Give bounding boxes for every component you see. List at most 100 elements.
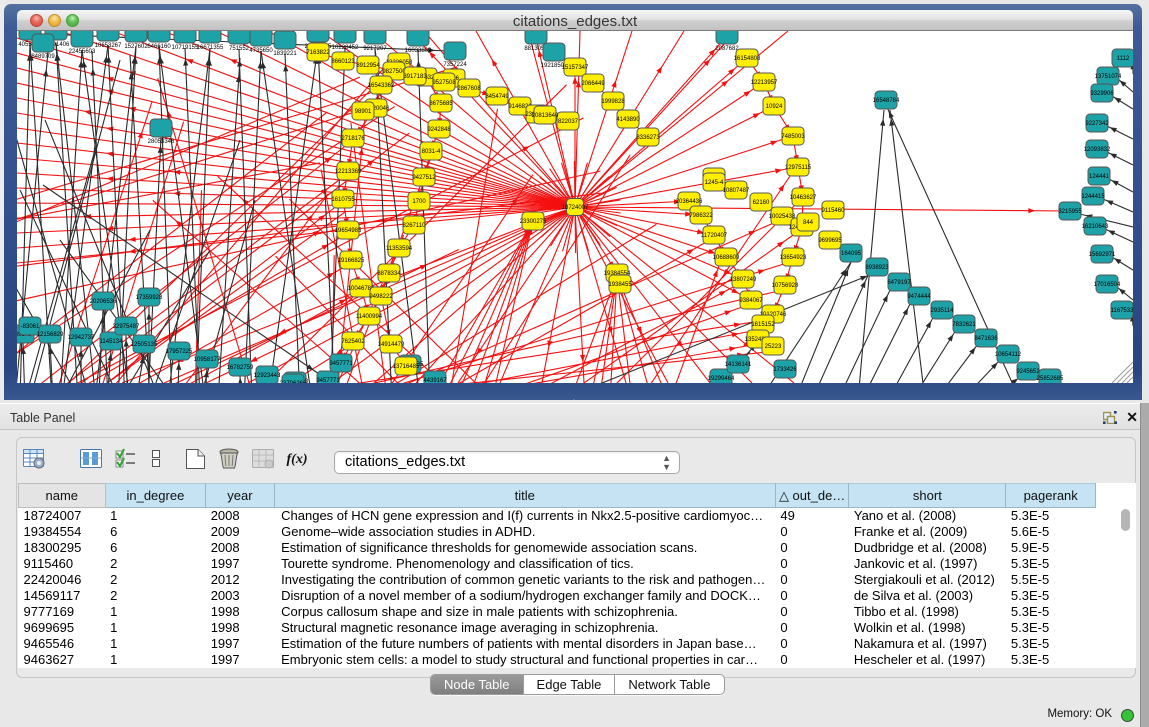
svg-text:9699695: 9699695 [818, 238, 842, 244]
svg-text:28053346: 28053346 [148, 139, 175, 145]
svg-text:9329906: 9329906 [1090, 91, 1114, 97]
svg-text:9457771: 9457771 [329, 361, 353, 367]
svg-text:-83061: -83061 [21, 324, 40, 330]
svg-text:11400994: 11400994 [356, 314, 383, 320]
svg-text:1167533: 1167533 [1111, 308, 1133, 314]
svg-text:9245652: 9245652 [1016, 369, 1040, 375]
svg-text:10653267: 10653267 [95, 43, 122, 49]
svg-text:751552: 751552 [229, 46, 250, 52]
svg-text:4439167: 4439167 [423, 378, 447, 383]
svg-text:12923443: 12923443 [254, 373, 281, 379]
svg-text:23706266: 23706266 [280, 381, 307, 383]
svg-text:12505135: 12505135 [131, 342, 158, 348]
svg-text:9474444: 9474444 [907, 294, 931, 300]
svg-text:1839221: 1839221 [273, 51, 297, 57]
svg-text:98901: 98901 [355, 109, 372, 115]
svg-text:822037: 822037 [558, 119, 579, 125]
svg-text:8660123: 8660123 [331, 59, 355, 65]
svg-text:12093832: 12093832 [1084, 147, 1111, 153]
svg-text:7625402: 7625402 [341, 339, 365, 345]
svg-text:11720407: 11720407 [701, 233, 728, 239]
svg-text:12213957: 12213957 [751, 80, 778, 86]
svg-text:13654923: 13654923 [780, 255, 807, 261]
svg-text:17359928: 17359928 [136, 295, 163, 301]
svg-text:16543362: 16543362 [368, 83, 395, 89]
svg-text:8267110: 8267110 [403, 223, 427, 229]
svg-text:10958177: 10958177 [194, 357, 221, 363]
svg-text:10688609: 10688609 [713, 255, 740, 261]
svg-text:8454749: 8454749 [485, 94, 509, 100]
svg-text:1700: 1700 [412, 199, 426, 205]
svg-text:8912954: 8912954 [356, 63, 380, 69]
svg-text:9427512: 9427512 [412, 175, 436, 181]
svg-text:1245-4: 1245-4 [705, 180, 724, 186]
svg-text:4735650: 4735650 [249, 48, 273, 54]
svg-text:19299464: 19299464 [708, 376, 735, 382]
svg-text:7163822: 7163822 [306, 50, 330, 56]
svg-text:2066449: 2066449 [581, 81, 605, 87]
svg-text:18724007: 18724007 [562, 205, 589, 211]
svg-text:8878334: 8878334 [377, 271, 401, 277]
svg-text:20364436: 20364436 [676, 199, 703, 205]
svg-text:20206536: 20206536 [90, 299, 117, 305]
svg-text:62160: 62160 [753, 200, 770, 206]
svg-text:16210643: 16210643 [1082, 224, 1109, 230]
svg-text:16154808: 16154808 [734, 56, 761, 62]
svg-text:16782759: 16782759 [227, 365, 254, 371]
svg-text:10654112: 10654112 [995, 352, 1022, 358]
svg-text:10463627: 10463627 [790, 195, 817, 201]
svg-text:19166825: 19166825 [338, 258, 365, 264]
svg-text:7832621: 7832621 [952, 322, 976, 328]
svg-text:12156829: 12156829 [37, 332, 64, 338]
svg-text:4143890: 4143890 [616, 117, 640, 123]
svg-text:9217207: 9217207 [363, 46, 387, 52]
svg-text:10756928: 10756928 [772, 283, 799, 289]
svg-text:9115460: 9115460 [822, 208, 846, 214]
svg-text:2867608: 2867608 [457, 86, 481, 92]
svg-text:32975487: 32975487 [113, 324, 140, 330]
svg-text:2087682: 2087682 [715, 46, 739, 52]
svg-text:6479197: 6479197 [887, 280, 911, 286]
svg-text:16548784: 16548784 [873, 98, 900, 104]
svg-text:9527508: 9527508 [432, 80, 456, 86]
svg-text:14136141: 14136141 [725, 362, 752, 368]
svg-text:14914479: 14914479 [378, 342, 405, 348]
svg-text:1527602: 1527602 [124, 44, 148, 50]
svg-text:12942737: 12942737 [68, 335, 95, 341]
svg-text:22455603: 22455603 [69, 49, 96, 55]
svg-text:17957225: 17957225 [166, 349, 193, 355]
svg-text:1244415: 1244415 [1081, 194, 1105, 200]
svg-text:1938455: 1938455 [608, 282, 632, 288]
svg-text:15692971: 15692971 [1089, 252, 1116, 258]
svg-text:2935114: 2935114 [931, 308, 955, 314]
svg-text:16033809: 16033809 [405, 48, 432, 54]
svg-text:124441: 124441 [1089, 174, 1110, 180]
svg-text:9498222: 9498222 [369, 294, 393, 300]
svg-text:9457771: 9457771 [316, 378, 340, 383]
svg-text:3215955: 3215955 [1058, 209, 1082, 215]
svg-text:10807487: 10807487 [723, 188, 750, 194]
svg-text:8031-4: 8031-4 [422, 149, 441, 155]
svg-text:9227342: 9227342 [1085, 121, 1109, 127]
svg-text:16671355: 16671355 [197, 45, 224, 51]
svg-text:3917183: 3917183 [403, 74, 427, 80]
svg-text:7357224: 7357224 [443, 62, 467, 68]
svg-text:1610755: 1610755 [331, 197, 355, 203]
svg-text:19654985: 19654985 [335, 228, 362, 234]
svg-text:1999828: 1999828 [601, 99, 625, 105]
svg-text:f(x): f(x) [287, 452, 308, 467]
svg-text:1733426: 1733426 [773, 367, 797, 373]
svg-text:8489709: 8489709 [31, 54, 55, 60]
svg-text:10228452: 10228452 [332, 45, 359, 51]
svg-text:1112: 1112 [1117, 56, 1130, 62]
svg-text:1615152: 1615152 [751, 322, 775, 328]
svg-text:8675685: 8675685 [429, 101, 453, 107]
svg-text:164095: 164095 [841, 251, 862, 257]
svg-text:10719155: 10719155 [172, 45, 199, 51]
svg-text:2718176: 2718176 [341, 136, 365, 142]
svg-text:25852685: 25852685 [1037, 376, 1064, 382]
svg-text:20813640: 20813640 [532, 113, 559, 119]
svg-text:7485003: 7485003 [781, 134, 805, 140]
svg-text:13751074: 13751074 [1095, 74, 1122, 80]
svg-text:8938923: 8938923 [865, 265, 889, 271]
